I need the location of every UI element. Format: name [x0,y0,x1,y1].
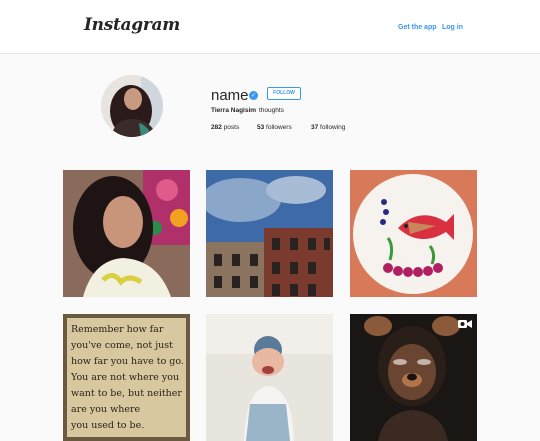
follow-button[interactable]: FOLLOW [267,87,301,100]
post-photo [350,170,477,297]
avatar-photo [101,75,163,137]
post-photo [206,314,333,441]
posts-count: 282 [211,124,222,131]
following-stat[interactable]: 37 following [311,124,345,131]
quote-text-line: you've come, not just [70,340,173,351]
profile-full-name: Tierra Nagisim [211,107,257,114]
profile-username: name [211,87,249,104]
log-in-link[interactable]: Log in [442,24,463,31]
quote-text-line: want to be, but neither [71,388,182,399]
posts-grid: Remember how far you've come, not just how… [63,170,477,441]
verified-badge-icon: ✓ [249,91,258,100]
post-thumbnail[interactable] [350,170,477,297]
posts-label: posts [223,124,240,131]
following-count: 37 [311,124,319,131]
profile-bio: thoughts [259,107,284,114]
following-label: following [320,124,346,131]
profile-header: name ✓ FOLLOW Tierra Nagisim thoughts 28… [0,54,540,164]
post-photo: Remember how far you've come, not just how… [63,314,190,441]
quote-text-line: you used to be. [70,420,144,431]
avatar[interactable] [101,75,163,137]
post-thumbnail[interactable] [350,314,477,441]
top-navigation-bar: Instagram Get the app Log in [0,0,540,54]
get-the-app-link[interactable]: Get the app [398,24,437,31]
post-thumbnail[interactable] [206,314,333,441]
post-photo [206,170,333,297]
video-camera-icon [458,319,472,329]
post-thumbnail[interactable]: Remember how far you've come, not just how… [63,314,190,441]
followers-count: 53 [257,124,265,131]
quote-text-line: how far you have to go. [71,356,184,367]
post-thumbnail[interactable] [63,170,190,297]
post-photo [350,314,477,441]
post-photo [63,170,190,297]
quote-text-line: Remember how far [71,324,164,335]
post-thumbnail[interactable] [206,170,333,297]
quote-text-line: are you where [71,404,140,415]
posts-stat: 282 posts [211,124,239,131]
followers-stat[interactable]: 53 followers [257,124,292,131]
followers-label: followers [266,124,292,131]
quote-text-line: You are not where you [70,372,179,383]
instagram-logo[interactable]: Instagram [84,15,180,35]
